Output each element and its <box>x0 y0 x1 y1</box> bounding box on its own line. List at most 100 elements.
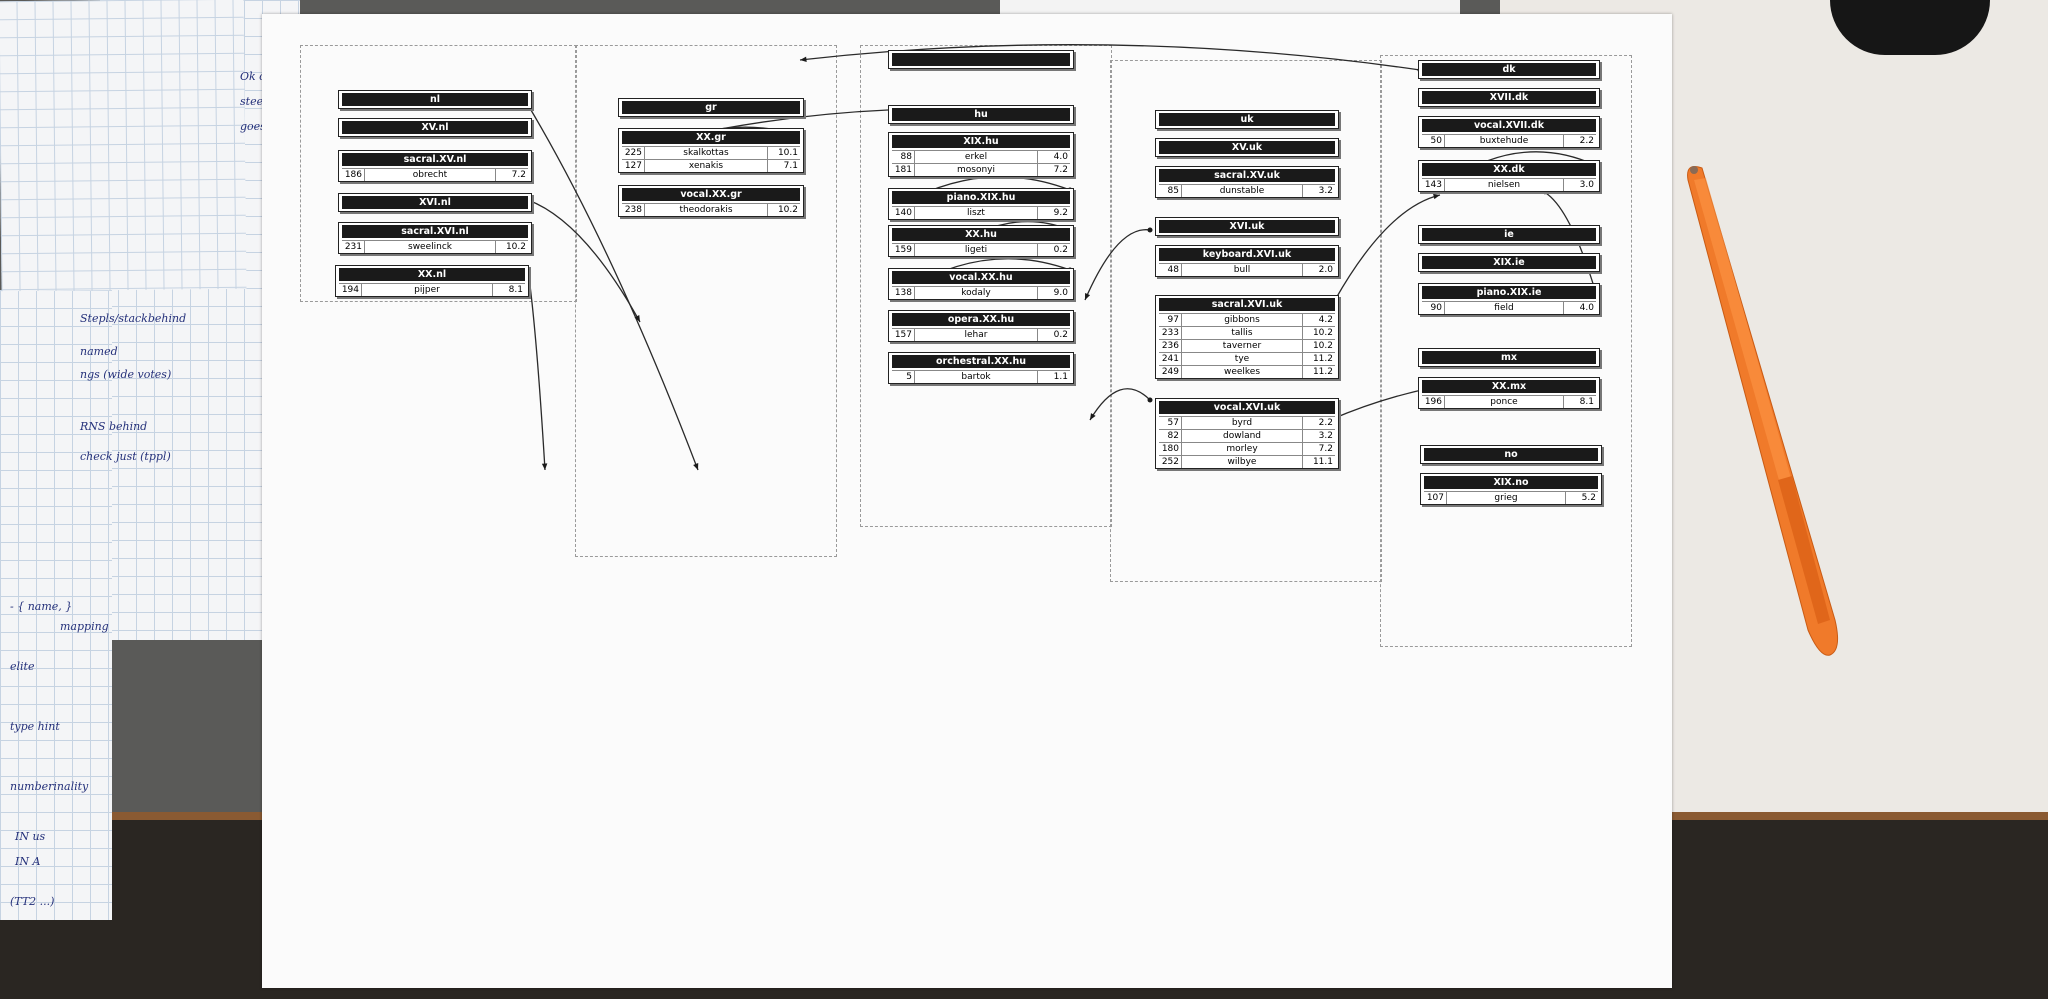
schema-table: sacral.XVI.nl 231 sweelinck 10.2 <box>338 222 532 254</box>
schema-table: XIX.no 107 grieg 5.2 <box>1420 473 1602 505</box>
table-row: 50 buxtehude 2.2 <box>1422 134 1596 147</box>
table-title: sacral.XV.nl <box>342 153 528 166</box>
table-row: 90 field 4.0 <box>1422 301 1596 314</box>
table-cell: 50 <box>1422 135 1445 147</box>
schema-table: XIX.ie <box>1418 253 1600 272</box>
relation-arrow <box>527 269 546 471</box>
table-row: 196 ponce 8.1 <box>1422 395 1596 408</box>
table-row: 48 bull 2.0 <box>1159 263 1335 276</box>
table-title: XX.nl <box>339 268 525 281</box>
table-cell: xenakis <box>688 161 724 171</box>
table-title: XIX.hu <box>892 135 1070 148</box>
table-cell: 127 <box>622 160 645 172</box>
table-row: 57 byrd 2.2 <box>1159 416 1335 429</box>
table-cell: 7.2 <box>1302 443 1335 455</box>
schema-table: nl <box>338 90 532 109</box>
table-row: 159 ligeti 0.2 <box>892 243 1070 256</box>
table-cell: byrd <box>1231 418 1253 428</box>
schema-table: vocal.XX.gr 238 theodorakis 10.2 <box>618 185 804 217</box>
relation-arrow <box>1089 388 1151 421</box>
table-row: 252 wilbye 11.1 <box>1159 455 1335 468</box>
table-title: vocal.XVI.uk <box>1159 401 1335 414</box>
table-cell: liszt <box>967 208 985 218</box>
table-cell: 90 <box>1422 302 1445 314</box>
table-title: XX.hu <box>892 228 1070 241</box>
schema-table: no <box>1420 445 1602 464</box>
schema-table: sacral.XVI.uk 97 gibbons 4.2 233 tallis 10.2 23… <box>1155 295 1339 379</box>
table-title: XV.nl <box>342 121 528 134</box>
table-title: XIX.no <box>1424 476 1598 489</box>
table-cell: 3.2 <box>1302 185 1335 197</box>
table-cell: dunstable <box>1219 186 1265 196</box>
schema-table: ie <box>1418 225 1600 244</box>
schema-table: gr <box>618 98 804 117</box>
arrow-origin-dot <box>1147 397 1153 403</box>
table-title: sacral.XVI.nl <box>342 225 528 238</box>
table-cell: bull <box>1233 265 1251 275</box>
table-cell: 180 <box>1159 443 1182 455</box>
schema-table: XX.gr 225 skalkottas 10.1 127 xenakis 7.1 <box>618 128 804 173</box>
arrow-head <box>693 463 699 470</box>
table-cell: 157 <box>892 329 915 341</box>
table-cell: weelkes <box>1223 367 1261 377</box>
schema-table: keyboard.XVI.uk 48 bull 2.0 <box>1155 245 1339 277</box>
schema-table: XIX.hu 88 erkel 4.0 181 mosonyi 7.2 <box>888 132 1074 177</box>
schema-table: opera.XX.hu 157 lehar 0.2 <box>888 310 1074 342</box>
table-row: 233 tallis 10.2 <box>1159 326 1335 339</box>
schema-table: mx <box>1418 348 1600 367</box>
table-cell: 0.2 <box>1037 329 1070 341</box>
table-cell: 236 <box>1159 340 1182 352</box>
table-cell: 10.2 <box>767 204 800 216</box>
table-cell: 11.1 <box>1302 456 1335 468</box>
table-cell: field <box>1494 303 1514 313</box>
table-cell: 241 <box>1159 353 1182 365</box>
table-cell: 57 <box>1159 417 1182 429</box>
table-title: keyboard.XVI.uk <box>1159 248 1335 261</box>
table-cell: morley <box>1226 444 1258 454</box>
table-cell: gibbons <box>1224 315 1260 325</box>
table-cell: 3.0 <box>1563 179 1596 191</box>
table-cell: ponce <box>1490 397 1518 407</box>
table-cell: 138 <box>892 287 915 299</box>
table-title: no <box>1424 448 1598 461</box>
table-row: 107 grieg 5.2 <box>1424 491 1598 504</box>
table-row: 5 bartok 1.1 <box>892 370 1070 383</box>
table-row: 231 sweelinck 10.2 <box>342 240 528 253</box>
table-cell: lehar <box>964 330 988 340</box>
table-cell: 10.2 <box>495 241 528 253</box>
table-cell: kodaly <box>961 288 991 298</box>
table-cell: 186 <box>342 169 365 181</box>
table-cell: 196 <box>1422 396 1445 408</box>
schema-table: XV.uk <box>1155 138 1339 157</box>
table-cell: theodorakis <box>679 205 733 215</box>
table-cell: 231 <box>342 241 365 253</box>
schema-table: XVI.nl <box>338 193 532 212</box>
table-cell: obrecht <box>412 170 448 180</box>
table-cell: 5 <box>892 371 915 383</box>
table-cell: wilbye <box>1227 457 1257 467</box>
table-cell: grieg <box>1494 493 1518 503</box>
table-cell: sweelinck <box>408 242 452 252</box>
table-cell: nielsen <box>1487 180 1521 190</box>
table-cell: 48 <box>1159 264 1182 276</box>
table-row: 157 lehar 0.2 <box>892 328 1070 341</box>
table-cell: mosonyi <box>957 165 995 175</box>
schema-table: piano.XIX.ie 90 field 4.0 <box>1418 283 1600 315</box>
table-row: 143 nielsen 3.0 <box>1422 178 1596 191</box>
table-title: piano.XIX.hu <box>892 191 1070 204</box>
table-title: hu <box>892 108 1070 121</box>
schema-table: XX.dk 143 nielsen 3.0 <box>1418 160 1600 192</box>
table-title: XVII.dk <box>1422 91 1596 104</box>
table-cell: 10.1 <box>767 147 800 159</box>
table-row: 180 morley 7.2 <box>1159 442 1335 455</box>
schema-table: XVII.dk <box>1418 88 1600 107</box>
table-row: 88 erkel 4.0 <box>892 150 1070 163</box>
table-cell: 2.0 <box>1302 264 1335 276</box>
table-cell: 2.2 <box>1563 135 1596 147</box>
table-cell: erkel <box>964 152 988 162</box>
table-cell: 252 <box>1159 456 1182 468</box>
arrow-head <box>541 463 548 470</box>
table-cell: ligeti <box>964 245 988 255</box>
table-cell: 225 <box>622 147 645 159</box>
table-cell: 143 <box>1422 179 1445 191</box>
